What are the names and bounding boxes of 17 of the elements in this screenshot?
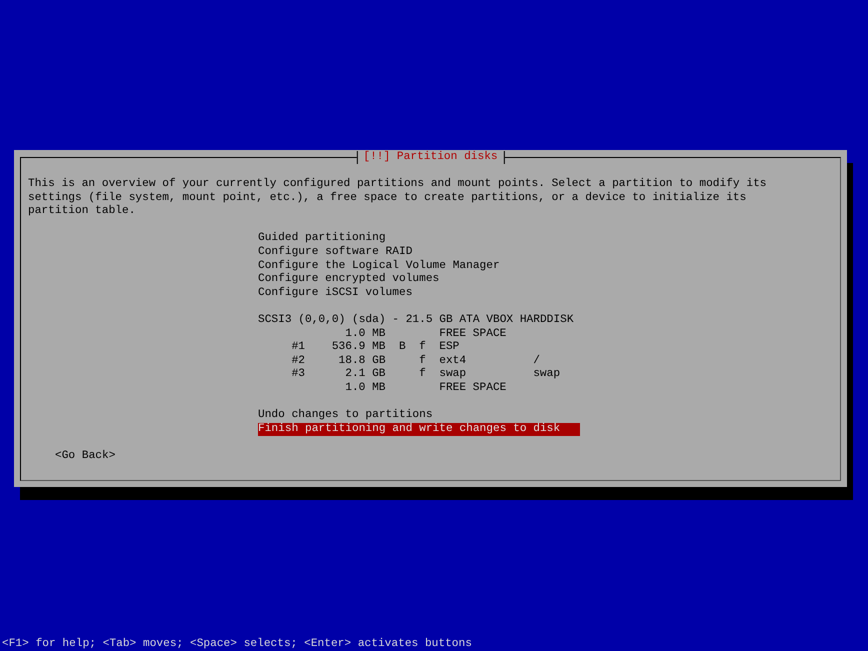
menu-item[interactable]: Configure the Logical Volume Manager [258, 260, 580, 274]
partition-row[interactable]: #1 536.9 MB B f ESP [258, 341, 580, 355]
status-bar-text: <F1> for help; <Tab> moves; <Space> selects; <Enter> activates buttons [1, 638, 473, 651]
disk-item[interactable]: SCSI3 (0,0,0) (sda) - 21.5 GB ATA VBOX HARDDISK [258, 314, 580, 328]
description-text: This is an overview of your currently configured partitions and mount points. Select a partition to modify its settings (file system, mount point, etc.), a free space to create partitions, or a device to initialize its partition table. [28, 178, 768, 219]
menu-item[interactable]: Guided partitioning [258, 232, 580, 246]
go-back-button[interactable]: <Go Back> [55, 450, 116, 464]
dialog-title: [!!] Partition disks [356, 151, 505, 164]
menu-item[interactable]: Configure iSCSI volumes [258, 286, 580, 300]
partition-row[interactable]: 1.0 MB FREE SPACE [258, 328, 580, 342]
partition-row[interactable]: #3 2.1 GB f swap swap [258, 368, 580, 382]
menu-item[interactable]: Configure encrypted volumes [258, 273, 580, 287]
partition-row[interactable]: #2 18.8 GB f ext4 / [258, 354, 580, 368]
menu-item[interactable]: Configure software RAID [258, 246, 580, 260]
menu-item[interactable]: Finish partitioning and write changes to disk [258, 422, 580, 436]
partition-row[interactable]: 1.0 MB FREE SPACE [258, 382, 580, 396]
menu-item[interactable]: Undo changes to partitions [258, 409, 580, 423]
